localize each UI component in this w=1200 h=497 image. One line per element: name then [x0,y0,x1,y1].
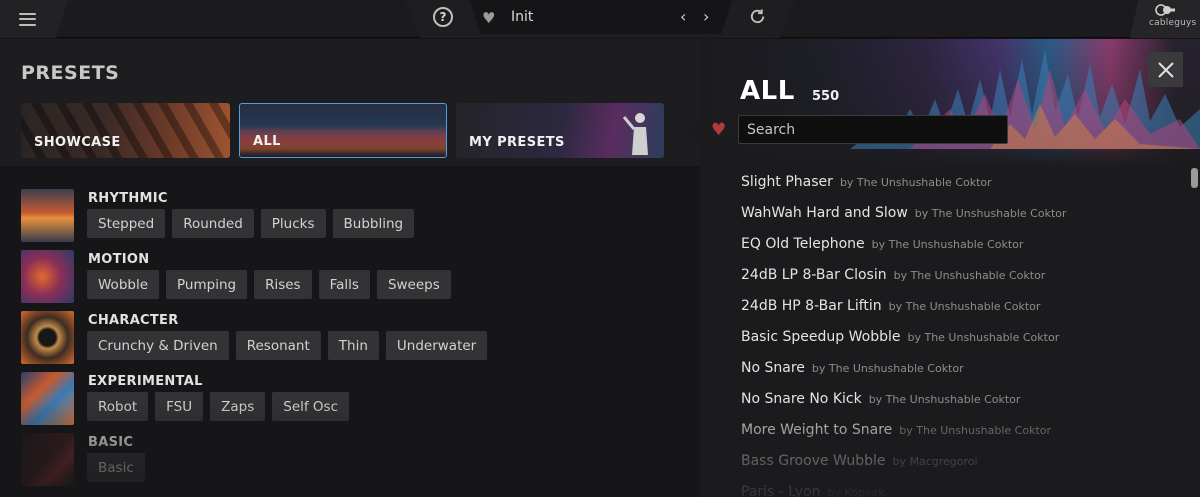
tag-list: Robot FSU Zaps Self Osc [87,392,350,421]
close-icon [1157,61,1174,78]
tag-chip[interactable]: Wobble [87,270,160,299]
tab-label: MY PRESETS [469,135,565,150]
tag-list: Crunchy & Driven Resonant Thin Underwate… [87,331,488,360]
category-thumbnail[interactable] [21,189,74,242]
hamburger-menu-icon [18,12,36,26]
preset-author: by The Unshushable Coktor [811,362,964,375]
help-icon[interactable]: ? [433,7,453,27]
next-preset-button[interactable]: › [703,7,709,26]
preset-name: No Snare [741,360,805,376]
tag-chip[interactable]: Crunchy & Driven [87,331,229,360]
preset-item[interactable]: Basic Speedup Wobble by The Unshushable C… [741,326,1059,348]
preset-name: More Weight to Snare [741,422,893,438]
previous-preset-button[interactable]: ‹ [680,7,686,26]
preset-author: by Macgregoroi [892,455,978,468]
reload-icon[interactable] [748,7,767,26]
preset-item[interactable]: Paris - Lyon by Kopeak [741,481,885,497]
category-thumbnail[interactable] [21,372,74,425]
tag-chip[interactable]: Stepped [87,209,166,238]
tag-chip[interactable]: Underwater [385,331,488,360]
tag-chip[interactable]: Falls [318,270,370,299]
tag-chip[interactable]: Self Osc [272,392,350,421]
heart-icon[interactable]: ♥ [482,9,495,27]
tab-my-presets[interactable]: MY PRESETS [456,103,664,158]
preset-count: 550 [812,89,840,104]
category-name: RHYTHMIC [88,191,168,206]
person-figure-icon [622,113,648,155]
preset-author: by The Unshushable Coktor [899,424,1052,437]
preset-name: Slight Phaser [741,174,833,190]
tag-chip[interactable]: Rises [254,270,312,299]
preset-name: Paris - Lyon [741,484,821,497]
tag-chip[interactable]: Plucks [260,209,326,238]
tab-label: SHOWCASE [34,135,121,150]
preset-name: No Snare No Kick [741,391,862,407]
tag-list: Basic [87,453,145,482]
preset-item[interactable]: Slight Phaser by The Unshushable Coktor [741,171,992,193]
preset-author: by The Unshushable Coktor [839,176,992,189]
search-input[interactable] [738,115,1008,144]
preset-author: by Kopeak [827,486,885,497]
preset-author: by The Unshushable Coktor [893,269,1046,282]
tag-chip[interactable]: Thin [327,331,379,360]
preset-item[interactable]: 24dB LP 8-Bar Closin by The Unshushable C… [741,264,1045,286]
preset-item[interactable]: More Weight to Snare by The Unshushable C… [741,419,1051,441]
tag-chip[interactable]: Bubbling [332,209,415,238]
tag-chip[interactable]: Resonant [235,331,321,360]
preset-item[interactable]: EQ Old Telephone by The Unshushable Cokto… [741,233,1023,255]
tag-list: Stepped Rounded Plucks Bubbling [87,209,415,238]
scrollbar-thumb[interactable] [1191,168,1198,188]
category-thumbnail[interactable] [21,311,74,364]
panel-pointer [686,120,700,142]
current-preset-field[interactable] [470,0,732,34]
tag-chip[interactable]: Robot [87,392,149,421]
cableguys-logo-icon [1155,4,1175,16]
page-title: PRESETS [21,62,120,84]
tag-chip[interactable]: Sweeps [376,270,451,299]
category-name: BASIC [88,435,134,450]
preset-item[interactable]: 24dB HP 8-Bar Liftin by The Unshushable C… [741,295,1040,317]
preset-name: Bass Groove Wubble [741,453,886,469]
tag-chip[interactable]: Basic [87,453,145,482]
browser-title: ALL [740,76,795,106]
tag-list: Wobble Pumping Rises Falls Sweeps [87,270,451,299]
tab-all[interactable]: ALL [239,103,447,158]
tag-chip[interactable]: FSU [155,392,204,421]
category-name: CHARACTER [88,313,179,328]
tab-showcase[interactable]: SHOWCASE [21,103,230,158]
tag-chip[interactable]: Rounded [172,209,254,238]
favorites-filter-heart-icon[interactable]: ♥ [711,120,726,140]
current-preset-name[interactable]: Init [511,9,533,25]
preset-name: WahWah Hard and Slow [741,205,908,221]
preset-item[interactable]: WahWah Hard and Slow by The Unshushable C… [741,202,1067,224]
preset-item[interactable]: No Snare by The Unshushable Coktor [741,357,964,379]
preset-author: by The Unshushable Coktor [888,300,1041,313]
preset-item[interactable]: No Snare No Kick by The Unshushable Cokto… [741,388,1020,410]
tag-chip[interactable]: Pumping [166,270,248,299]
preset-name: Basic Speedup Wobble [741,329,901,345]
close-button[interactable] [1148,52,1183,87]
preset-author: by The Unshushable Coktor [907,331,1060,344]
brand-name: cableguys [1149,18,1197,28]
category-thumbnail[interactable] [21,433,74,486]
preset-author: by The Unshushable Coktor [868,393,1021,406]
preset-name: 24dB HP 8-Bar Liftin [741,298,882,314]
tab-label: ALL [253,134,281,149]
category-name: EXPERIMENTAL [88,374,203,389]
tag-chip[interactable]: Zaps [210,392,266,421]
category-thumbnail[interactable] [21,250,74,303]
preset-name: EQ Old Telephone [741,236,865,252]
preset-author: by The Unshushable Coktor [914,207,1067,220]
preset-item[interactable]: Bass Groove Wubble by Macgregoroi [741,450,978,472]
preset-name: 24dB LP 8-Bar Closin [741,267,887,283]
category-name: MOTION [88,252,150,267]
preset-author: by The Unshushable Coktor [871,238,1024,251]
